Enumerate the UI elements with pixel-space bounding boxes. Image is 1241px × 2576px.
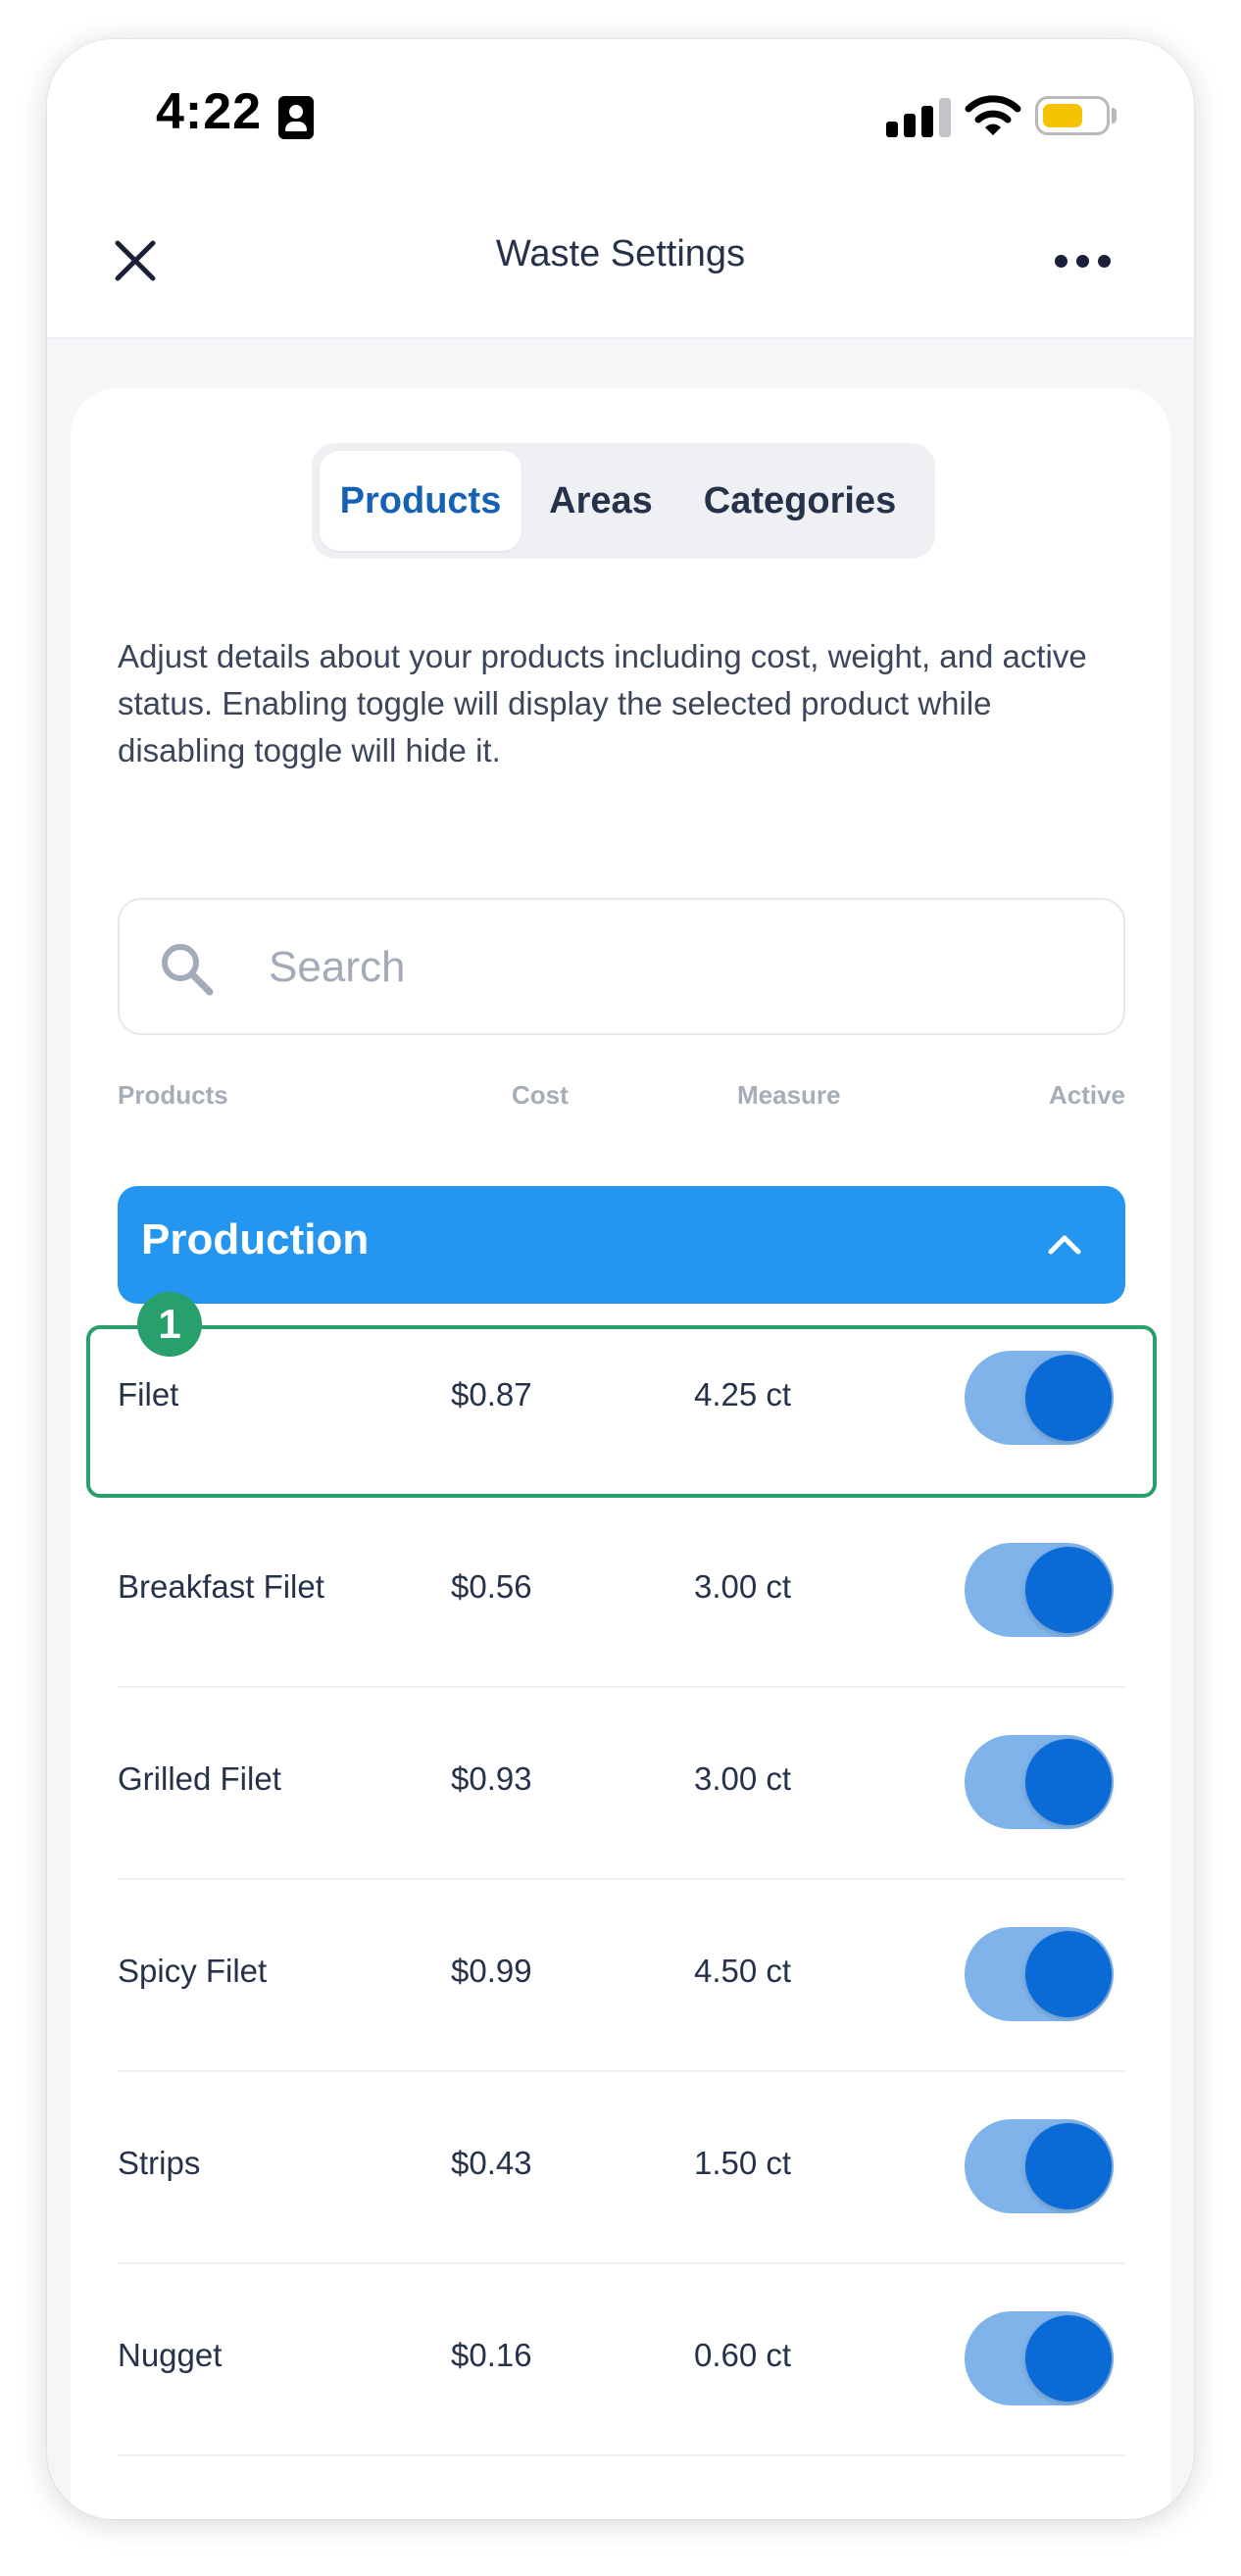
product-measure: 4.50 ct [694, 1953, 792, 1989]
product-name: Grilled Filet [118, 1760, 281, 1797]
phone-frame: 4:22 Waste Settings Products Areas Categ… [47, 39, 1194, 2519]
group-header-production[interactable]: Production [118, 1186, 1125, 1304]
top-area: 4:22 Waste Settings [47, 39, 1194, 339]
tab-products[interactable]: Products [320, 451, 521, 551]
toggle-knob [1025, 1547, 1112, 1633]
column-header-measure: Measure [737, 1080, 841, 1110]
product-cost: $0.16 [451, 2337, 532, 2373]
battery-icon [1035, 96, 1110, 135]
product-cost: $0.93 [451, 1760, 532, 1797]
table-row: Spicy Filet $0.99 4.50 ct [118, 1880, 1125, 2072]
toggle-knob [1025, 1931, 1112, 2017]
active-toggle[interactable] [965, 1351, 1114, 1445]
table-row: Filet $0.87 4.25 ct [118, 1304, 1125, 1496]
column-header-cost: Cost [512, 1080, 569, 1110]
active-toggle[interactable] [965, 1735, 1114, 1829]
battery-tip [1112, 108, 1117, 124]
battery-level [1043, 104, 1082, 127]
product-name: Spicy Filet [118, 1953, 268, 1989]
annotation-badge: 1 [137, 1292, 202, 1357]
product-name: Nugget [118, 2337, 223, 2373]
column-header-products: Products [118, 1080, 228, 1110]
cellular-signal-icon [886, 96, 951, 137]
table-row: Strips $0.43 1.50 ct [118, 2072, 1125, 2264]
product-cost: $0.56 [451, 1568, 532, 1605]
product-cost: $0.43 [451, 2145, 532, 2181]
table-row: Grilled Filet $0.93 3.00 ct [118, 1688, 1125, 1880]
page-title: Waste Settings [495, 233, 746, 274]
product-measure: 4.25 ct [694, 1376, 792, 1412]
description-text: Adjust details about your products inclu… [118, 638, 1087, 768]
search-input[interactable] [267, 931, 1094, 1004]
active-toggle[interactable] [965, 2311, 1114, 2405]
group-title: Production [141, 1215, 370, 1263]
column-header-active: Active [1048, 1080, 1125, 1110]
product-cost: $0.99 [451, 1953, 532, 1989]
status-time: 4:22 [156, 83, 263, 140]
product-cost: $0.87 [451, 1376, 532, 1412]
tab-categories[interactable]: Categories [680, 451, 919, 551]
settings-card: Products Areas Categories Adjust details… [71, 388, 1170, 2519]
toggle-knob [1025, 1739, 1112, 1825]
table-row: Breakfast Filet $0.56 3.00 ct [118, 1496, 1125, 1688]
toggle-knob [1025, 2315, 1112, 2402]
table-row: Nugget $0.16 0.60 ct [118, 2264, 1125, 2456]
active-toggle[interactable] [965, 2119, 1114, 2213]
tab-areas[interactable]: Areas [521, 451, 680, 551]
product-measure: 3.00 ct [694, 1760, 792, 1797]
chevron-up-icon [1048, 1235, 1081, 1255]
search-icon [162, 944, 214, 996]
active-toggle[interactable] [965, 1543, 1114, 1637]
product-name: Breakfast Filet [118, 1568, 324, 1605]
product-measure: 1.50 ct [694, 2145, 792, 2181]
product-name: Filet [118, 1376, 179, 1412]
product-measure: 3.00 ct [694, 1568, 792, 1605]
product-measure: 0.60 ct [694, 2337, 792, 2373]
toggle-knob [1025, 1355, 1112, 1441]
product-name: Strips [118, 2145, 201, 2181]
segmented-tabs: Products Areas Categories [312, 443, 935, 559]
more-options-icon[interactable] [1053, 241, 1114, 280]
wifi-icon [965, 95, 1021, 135]
search-box[interactable] [118, 898, 1125, 1035]
contact-card-icon [278, 96, 314, 139]
active-toggle[interactable] [965, 1927, 1114, 2021]
toggle-knob [1025, 2123, 1112, 2209]
